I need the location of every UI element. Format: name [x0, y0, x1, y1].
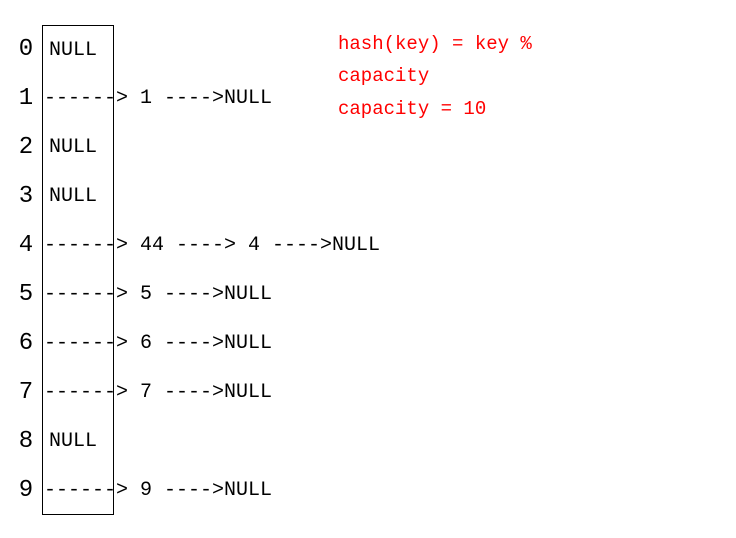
bucket-cell — [42, 221, 114, 270]
table-row: 1 ------> 1 ---->NULL — [10, 74, 380, 123]
table-row: 6 ------> 6 ---->NULL — [10, 319, 380, 368]
null-label: NULL — [47, 430, 97, 453]
table-row: 9 ------> 9 ---->NULL — [10, 466, 380, 515]
table-row: 0 NULL — [10, 25, 380, 74]
null-label: NULL — [47, 136, 97, 159]
bucket-index: 9 — [10, 477, 42, 504]
table-row: 2 NULL — [10, 123, 380, 172]
bucket-cell: NULL — [42, 25, 114, 74]
null-label: NULL — [47, 39, 97, 62]
bucket-index: 7 — [10, 379, 42, 406]
bucket-index: 1 — [10, 85, 42, 112]
bucket-index: 5 — [10, 281, 42, 308]
bucket-index: 2 — [10, 134, 42, 161]
bucket-index: 4 — [10, 232, 42, 259]
table-row: 4 ------> 44 ----> 4 ---->NULL — [10, 221, 380, 270]
bucket-cell: NULL — [42, 417, 114, 466]
bucket-cell — [42, 466, 114, 515]
table-row: 3 NULL — [10, 172, 380, 221]
hash-table: 0 NULL 1 ------> 1 ---->NULL 2 NULL 3 NU… — [10, 25, 380, 515]
bucket-cell: NULL — [42, 123, 114, 172]
bucket-cell: NULL — [42, 172, 114, 221]
bucket-index: 3 — [10, 183, 42, 210]
bucket-cell — [42, 74, 114, 123]
table-row: 8 NULL — [10, 417, 380, 466]
bucket-cell — [42, 270, 114, 319]
bucket-index: 8 — [10, 428, 42, 455]
bucket-index: 6 — [10, 330, 42, 357]
table-row: 7 ------> 7 ---->NULL — [10, 368, 380, 417]
table-row: 5 ------> 5 ---->NULL — [10, 270, 380, 319]
bucket-index: 0 — [10, 36, 42, 63]
null-label: NULL — [47, 185, 97, 208]
bucket-cell — [42, 368, 114, 417]
bucket-cell — [42, 319, 114, 368]
